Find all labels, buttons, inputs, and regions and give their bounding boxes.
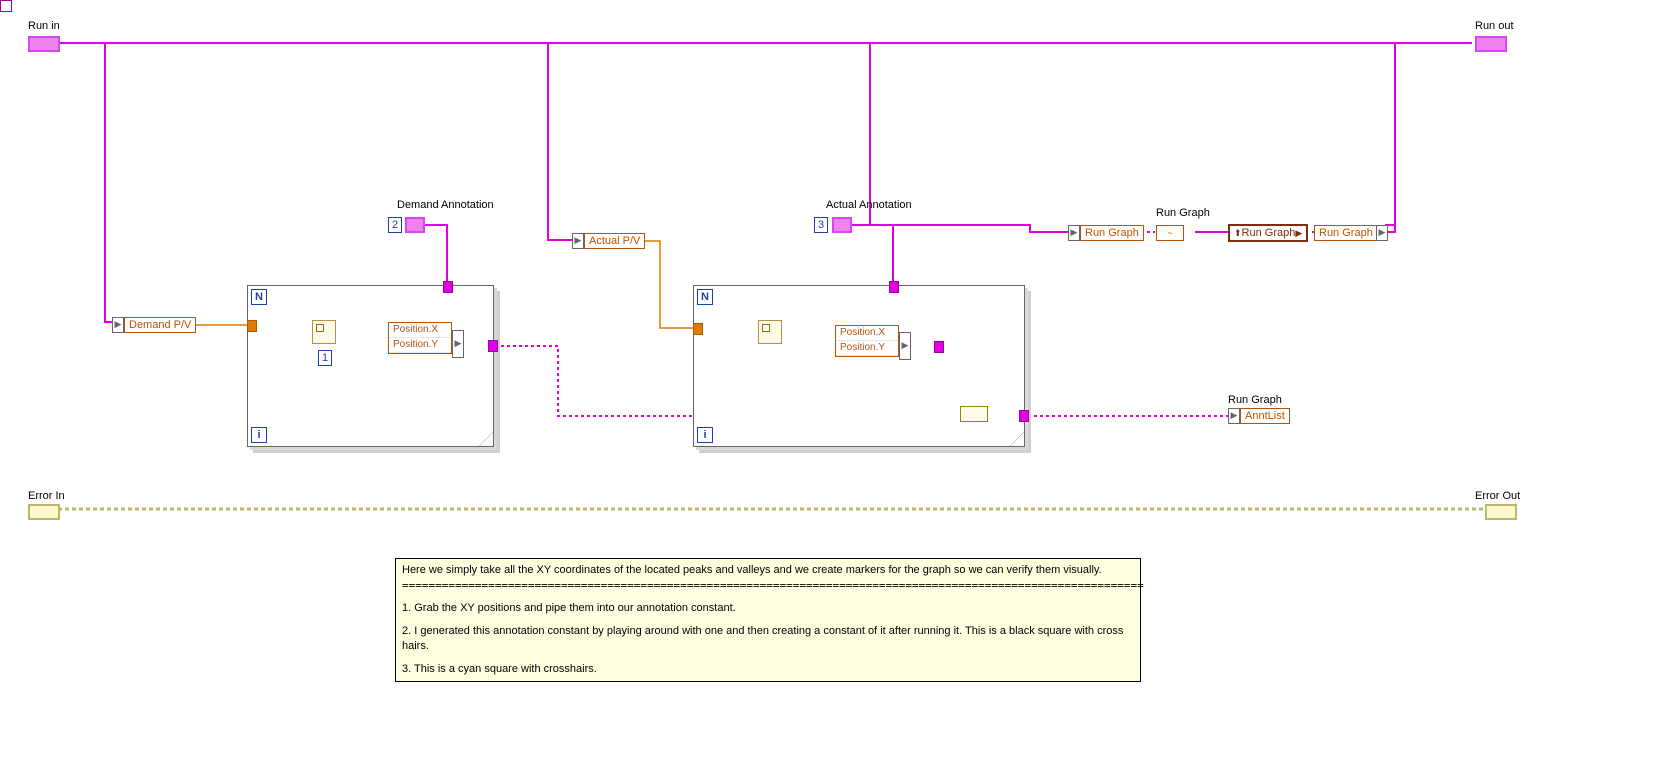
for-loop-actual[interactable]: N i — [693, 285, 1025, 447]
loop2-mid-output-tunnel — [934, 341, 944, 353]
run-graph-arrow-2: ▶ — [1376, 225, 1388, 241]
comment-item-1: 1. Grab the XY positions and pipe them i… — [402, 601, 1134, 616]
loop-resize-icon — [479, 432, 493, 446]
error-in-label: Error In — [28, 490, 65, 502]
loop-i-terminal[interactable]: i — [251, 427, 267, 443]
run-graph-label-bottom: Run Graph — [1228, 394, 1282, 406]
error-out-label: Error Out — [1475, 490, 1520, 502]
unbundle-position-2[interactable]: Position.X Position.Y — [835, 325, 899, 357]
bundle-merge-icon-1: ▶ — [452, 330, 464, 358]
run-out-terminal[interactable] — [1475, 36, 1507, 52]
error-out-terminal[interactable] — [1485, 504, 1517, 520]
bundle-merge-icon-2: ▶ — [899, 332, 911, 360]
loop1-top-tunnel — [443, 281, 453, 293]
unbundle-position-x: Position.X — [389, 323, 451, 338]
comment-box: Here we simply take all the XY coordinat… — [395, 558, 1141, 682]
label-number-3: 3 — [814, 217, 828, 233]
run-graph-arrow-1: ▶ — [1068, 225, 1080, 241]
loop2-resize-icon — [1010, 432, 1024, 446]
unbundle2-position-x: Position.X — [836, 326, 898, 341]
comment-line-1: Here we simply take all the XY coordinat… — [402, 563, 1134, 578]
unbundle2-position-y: Position.Y — [836, 341, 898, 356]
loop2-bottom-input-tunnel — [0, 0, 12, 12]
run-out-label: Run out — [1475, 20, 1514, 32]
unbundle-position-1[interactable]: Position.X Position.Y — [388, 322, 452, 354]
loop2-i-terminal[interactable]: i — [697, 427, 713, 443]
loop2-N-terminal[interactable]: N — [697, 289, 713, 305]
run-graph-property-2[interactable]: Run Graph — [1314, 225, 1378, 241]
loop2-input-tunnel — [693, 323, 703, 335]
loop2-bottom-output-tunnel — [1019, 410, 1029, 422]
loop-N-terminal[interactable]: N — [251, 289, 267, 305]
run-graph-local-var[interactable]: ⬆Run Graph▶ — [1228, 224, 1308, 242]
label-number-1: 1 — [318, 350, 332, 366]
index-array-node-1[interactable] — [312, 320, 336, 344]
comment-item-3: 3. This is a cyan square with crosshairs… — [402, 662, 1134, 677]
demand-annotation-label: Demand Annotation — [397, 199, 494, 211]
error-in-terminal[interactable] — [28, 504, 60, 520]
loop1-input-tunnel — [247, 320, 257, 332]
actual-annotation-label: Actual Annotation — [826, 199, 912, 211]
comment-item-2: 2. I generated this annotation constant … — [402, 624, 1134, 654]
demand-annotation-constant[interactable] — [405, 217, 425, 233]
run-graph-label-1: Run Graph — [1156, 207, 1210, 219]
label-number-2: 2 — [388, 217, 402, 233]
loop2-top-tunnel — [889, 281, 899, 293]
index-array-node-2[interactable] — [758, 320, 782, 344]
actual-annotation-constant[interactable] — [832, 217, 852, 233]
run-graph-property-1[interactable]: Run Graph — [1080, 225, 1144, 241]
run-in-label: Run in — [28, 20, 60, 32]
demand-pv-arrow-icon: ▶ — [112, 317, 124, 333]
demand-pv-property[interactable]: Demand P/V — [124, 317, 196, 333]
anntlist-property[interactable]: AnntList — [1240, 408, 1290, 424]
run-in-terminal[interactable] — [28, 36, 60, 52]
for-loop-demand[interactable]: N i — [247, 285, 494, 447]
unbundle-position-y: Position.Y — [389, 338, 451, 353]
run-graph-local-text: Run Graph — [1242, 227, 1296, 239]
build-array-node[interactable] — [960, 406, 988, 422]
anntlist-arrow-icon: ▶ — [1228, 408, 1240, 424]
comment-divider: ========================================… — [402, 578, 1134, 593]
loop1-output-tunnel — [488, 340, 498, 352]
actual-pv-property[interactable]: Actual P/V — [584, 233, 645, 249]
waveform-icon: ~ — [1156, 225, 1184, 241]
actual-pv-arrow-icon: ▶ — [572, 233, 584, 249]
